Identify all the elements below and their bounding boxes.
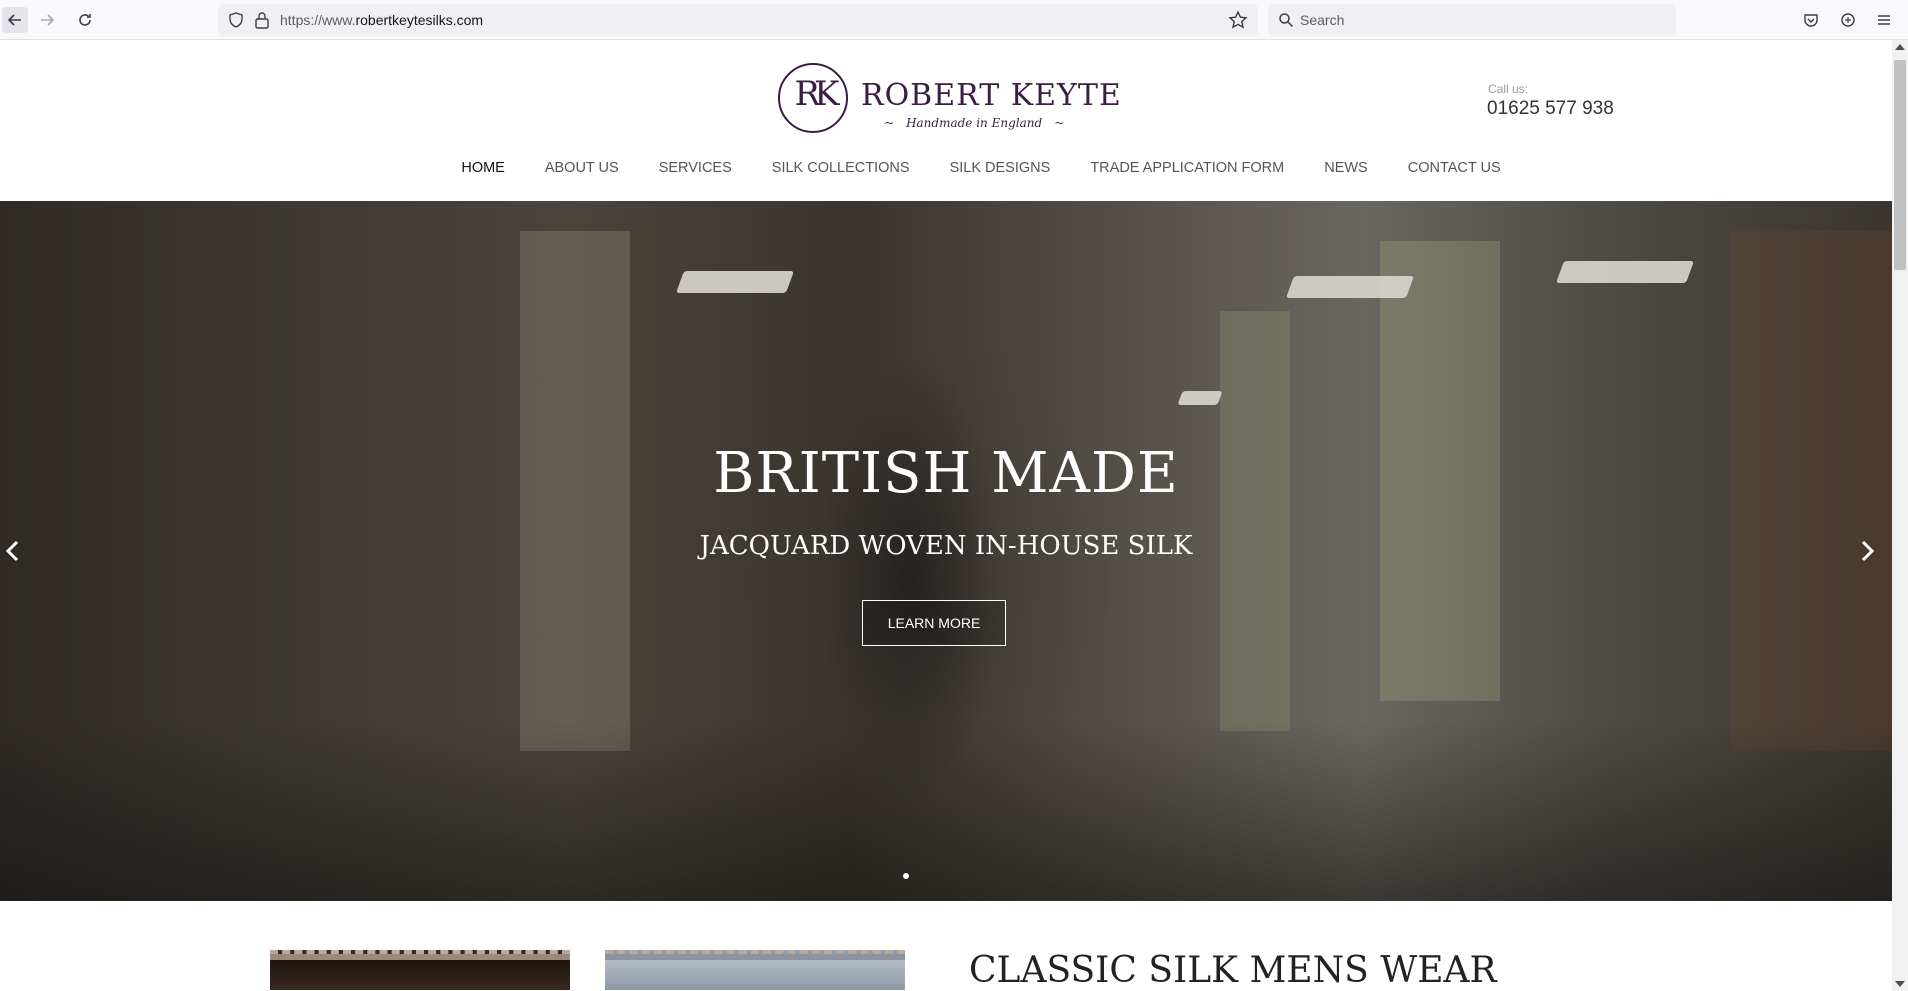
scroll-up-arrow-icon[interactable] — [1895, 44, 1905, 50]
bookmark-star-icon[interactable] — [1228, 10, 1248, 30]
nav-item-silk-collections[interactable]: SILK COLLECTIONS — [772, 160, 910, 184]
address-bar[interactable]: https://www.robertkeytesilks.com — [218, 4, 1258, 36]
hero-bg-light — [1555, 261, 1695, 283]
browser-window: https://www.robertkeytesilks.com Search … — [0, 0, 1908, 991]
scroll-thumb[interactable] — [1894, 60, 1906, 270]
logo-monogram: RK — [794, 74, 840, 114]
call-label: Call us: — [1488, 82, 1529, 96]
section-title: CLASSIC SILK MENS WEAR — [969, 950, 1497, 991]
logo-tagline: Handmade in England — [884, 116, 1064, 130]
search-placeholder: Search — [1300, 12, 1345, 28]
phone-number[interactable]: 01625 577 938 — [1487, 98, 1614, 120]
nav-item-about-us[interactable]: ABOUT US — [545, 160, 619, 184]
product-image[interactable] — [270, 950, 570, 990]
search-icon — [1279, 13, 1294, 28]
pocket-button[interactable] — [1800, 9, 1822, 31]
slider-dot-active[interactable] — [903, 873, 909, 879]
main-nav: HOME ABOUT US SERVICES SILK COLLECTIONS … — [0, 160, 1892, 184]
slider-prev-button[interactable] — [0, 536, 24, 566]
lock-icon[interactable] — [254, 11, 270, 29]
nav-item-trade-application-form[interactable]: TRADE APPLICATION FORM — [1090, 160, 1284, 184]
url-text[interactable]: https://www.robertkeytesilks.com — [280, 12, 483, 28]
arrow-left-icon — [7, 14, 21, 26]
nav-item-contact-us[interactable]: CONTACT US — [1408, 160, 1501, 184]
reload-icon — [79, 14, 91, 26]
hero-bg-fabric — [1220, 311, 1290, 731]
learn-more-button[interactable]: LEARN MORE — [862, 600, 1006, 646]
slider-next-button[interactable] — [1856, 536, 1880, 566]
nav-item-services[interactable]: SERVICES — [659, 160, 732, 184]
url-host: robertkeytesilks.com — [355, 12, 484, 28]
hero-subtitle: JACQUARD WOVEN IN-HOUSE SILK — [699, 531, 1193, 561]
shield-icon[interactable] — [228, 12, 244, 28]
site-logo[interactable]: RK ROBERT KEYTE Handmade in England — [778, 60, 1121, 136]
logo-name: ROBERT KEYTE — [861, 78, 1122, 113]
hero-bg-light — [1177, 391, 1223, 405]
browser-toolbar: https://www.robertkeytesilks.com Search — [0, 0, 1908, 40]
scroll-down-arrow-icon[interactable] — [1895, 981, 1905, 987]
pocket-icon — [1804, 14, 1818, 27]
hero-bg-light — [1285, 276, 1415, 298]
arrow-right-icon — [41, 14, 55, 26]
chevron-right-icon — [1861, 540, 1875, 562]
hero-slider: BRITISH MADE JACQUARD WOVEN IN-HOUSE SIL… — [0, 201, 1892, 901]
forward-button[interactable] — [34, 7, 60, 33]
scrollbar[interactable] — [1892, 40, 1908, 991]
product-image[interactable] — [605, 950, 905, 990]
hero-bg-floor — [0, 721, 1892, 901]
extension-icon — [1841, 13, 1855, 27]
extensions-button[interactable] — [1837, 9, 1859, 31]
back-button[interactable] — [2, 7, 28, 33]
hamburger-menu-icon — [1878, 15, 1890, 25]
chevron-left-icon — [5, 540, 19, 562]
nav-item-silk-designs[interactable]: SILK DESIGNS — [950, 160, 1051, 184]
search-bar[interactable]: Search — [1268, 4, 1676, 36]
hero-title: BRITISH MADE — [713, 441, 1179, 506]
reload-button[interactable] — [72, 7, 98, 33]
nav-item-home[interactable]: HOME — [461, 160, 505, 184]
menu-button[interactable] — [1873, 9, 1895, 31]
web-page: RK ROBERT KEYTE Handmade in England Call… — [0, 40, 1892, 991]
nav-item-news[interactable]: NEWS — [1324, 160, 1368, 184]
url-prefix: https://www. — [280, 12, 356, 28]
